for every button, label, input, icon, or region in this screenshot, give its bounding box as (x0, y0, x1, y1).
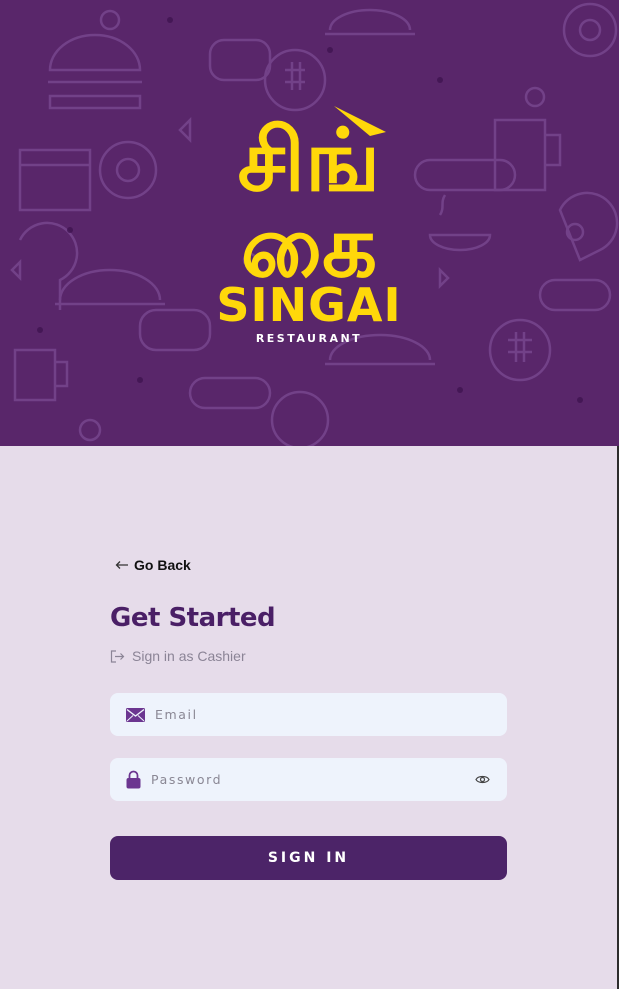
sign-in-button[interactable]: SIGN IN (110, 836, 507, 880)
go-back-label: Go Back (134, 557, 191, 573)
email-input[interactable] (145, 692, 507, 737)
eye-icon (474, 775, 490, 784)
page-title: Get Started (110, 603, 276, 633)
singai-logo: சிங் கை SINGAI RESTAURANT (204, 96, 414, 356)
lock-icon (126, 770, 141, 789)
go-back-link[interactable]: Go Back (115, 557, 191, 573)
hero-banner: சிங் கை SINGAI RESTAURANT (0, 0, 619, 446)
logo-tamil-line1: சிங் (237, 111, 381, 211)
show-password-toggle[interactable] (472, 770, 492, 790)
logo-tagline: RESTAURANT (255, 332, 363, 345)
password-input[interactable] (141, 757, 472, 802)
email-field-container (110, 692, 507, 737)
arrow-left-icon (115, 561, 128, 569)
envelope-icon (126, 707, 145, 722)
role-subtitle: Sign in as Cashier (110, 648, 246, 664)
sign-in-icon (110, 649, 125, 663)
logo-wordmark: SINGAI (216, 278, 402, 332)
role-subtitle-label: Sign in as Cashier (132, 648, 246, 664)
password-field-container (110, 757, 507, 802)
